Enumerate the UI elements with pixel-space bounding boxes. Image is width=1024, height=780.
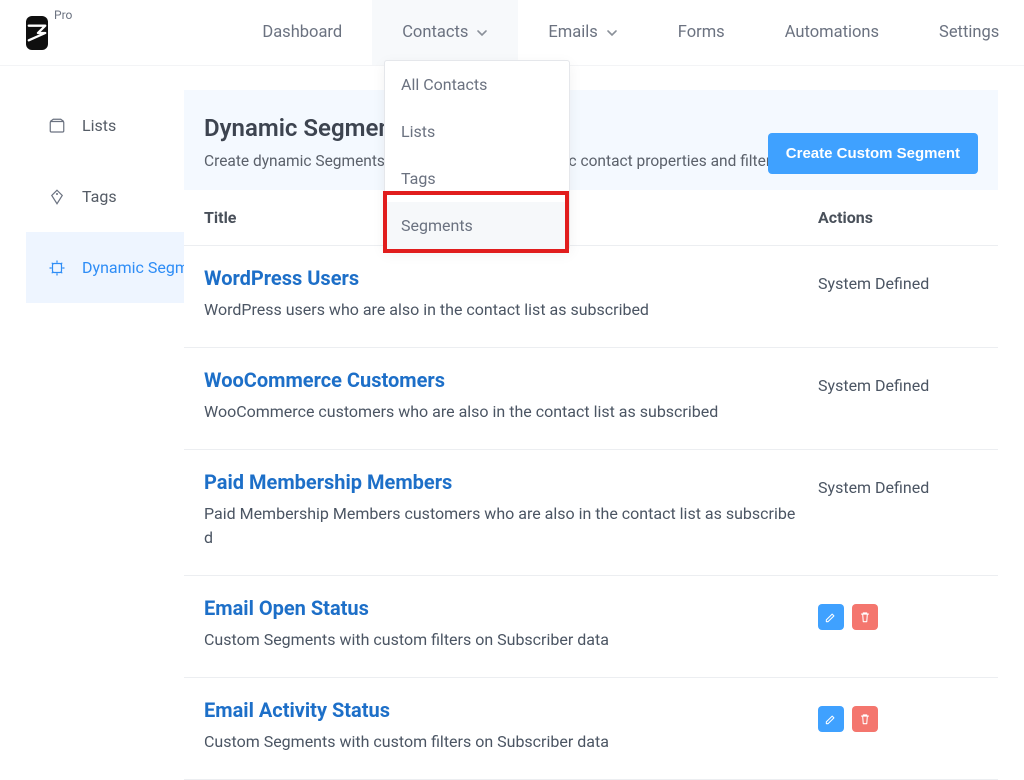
dropdown-all-contacts[interactable]: All Contacts <box>385 61 569 108</box>
sidebar-item-dynamic-segments[interactable]: Dynamic Segments <box>26 232 184 303</box>
segment-title-link[interactable]: Email Open Status <box>204 596 800 620</box>
nav-dashboard-label: Dashboard <box>262 23 342 42</box>
edit-button[interactable] <box>818 604 844 630</box>
delete-button[interactable] <box>852 604 878 630</box>
pro-badge: Pro <box>54 8 72 22</box>
system-defined-label: System Defined <box>818 274 929 293</box>
sidebar-label-lists: Lists <box>82 116 116 135</box>
delete-button[interactable] <box>852 706 878 732</box>
nav-forms-label: Forms <box>678 23 725 42</box>
nav-automations-label: Automations <box>785 23 879 42</box>
chevron-down-icon <box>476 27 488 39</box>
nav-emails-label: Emails <box>548 23 597 42</box>
segment-description: Custom Segments with custom filters on S… <box>204 628 800 653</box>
sidebar-item-tags[interactable]: Tags <box>26 161 184 232</box>
chevron-down-icon <box>606 27 618 39</box>
segment-description: WordPress users who are also in the cont… <box>204 298 800 323</box>
segment-row: Email Activity Status Custom Segments wit… <box>184 678 998 780</box>
segment-title-link[interactable]: Paid Membership Members <box>204 470 800 494</box>
dropdown-segments[interactable]: Segments <box>385 202 569 249</box>
nav-forms[interactable]: Forms <box>648 0 755 65</box>
top-navbar: Pro Dashboard Contacts Emails Forms Auto… <box>0 0 1024 66</box>
chip-icon <box>48 259 66 277</box>
sidebar-label-dynamic-segments: Dynamic Segments <box>82 258 184 277</box>
list-icon <box>48 117 66 135</box>
sidebar-label-tags: Tags <box>82 187 117 206</box>
segment-row: WooCommerce Customers WooCommerce custome… <box>184 348 998 450</box>
segment-description: WooCommerce customers who are also in th… <box>204 400 800 425</box>
segment-title-link[interactable]: Email Activity Status <box>204 698 800 722</box>
segment-row: Paid Membership Members Paid Membership M… <box>184 450 998 577</box>
segment-row: WordPress Users WordPress users who are a… <box>184 246 998 348</box>
nav-dashboard[interactable]: Dashboard <box>232 0 372 65</box>
dropdown-lists[interactable]: Lists <box>385 108 569 155</box>
create-segment-button[interactable]: Create Custom Segment <box>768 133 978 174</box>
nav-contacts-label: Contacts <box>402 23 468 42</box>
sidebar: Lists Tags Dynamic Segments <box>26 90 184 780</box>
nav-settings-label: Settings <box>939 23 999 42</box>
tag-icon <box>48 188 66 206</box>
content-area: Dynamic Segments Create dynamic Segments… <box>184 90 998 780</box>
nav-settings[interactable]: Settings <box>909 0 1024 65</box>
nav-emails[interactable]: Emails <box>518 0 647 65</box>
app-logo <box>26 16 48 50</box>
nav-automations[interactable]: Automations <box>755 0 909 65</box>
segment-title-link[interactable]: WooCommerce Customers <box>204 368 800 392</box>
edit-button[interactable] <box>818 706 844 732</box>
segment-title-link[interactable]: WordPress Users <box>204 266 800 290</box>
table-header: Title Actions <box>184 190 998 246</box>
system-defined-label: System Defined <box>818 376 929 395</box>
system-defined-label: System Defined <box>818 478 929 497</box>
contacts-dropdown: All Contacts Lists Tags Segments <box>384 60 570 250</box>
nav-contacts[interactable]: Contacts <box>372 0 518 65</box>
sidebar-item-lists[interactable]: Lists <box>26 90 184 161</box>
column-actions: Actions <box>818 208 978 227</box>
segment-description: Custom Segments with custom filters on S… <box>204 730 800 755</box>
dropdown-tags[interactable]: Tags <box>385 155 569 202</box>
segment-description: Paid Membership Members customers who ar… <box>204 502 800 552</box>
segment-row: Email Open Status Custom Segments with cu… <box>184 576 998 678</box>
page-header: Dynamic Segments Create dynamic Segments… <box>184 90 998 190</box>
